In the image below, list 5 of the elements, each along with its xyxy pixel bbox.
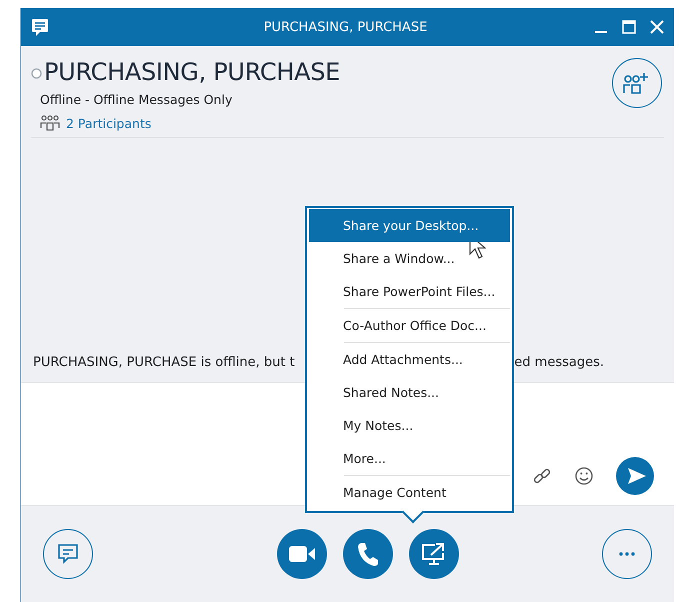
window-title: PURCHASING, PURCHASE bbox=[262, 20, 428, 34]
contact-status: Offline - Offline Messages Only bbox=[40, 92, 234, 107]
contact-name: PURCHASING, PURCHASE bbox=[44, 58, 340, 86]
offline-notice: ed messages. bbox=[514, 355, 604, 370]
offline-notice: PURCHASING, PURCHASE is offline, but t bbox=[33, 355, 295, 370]
